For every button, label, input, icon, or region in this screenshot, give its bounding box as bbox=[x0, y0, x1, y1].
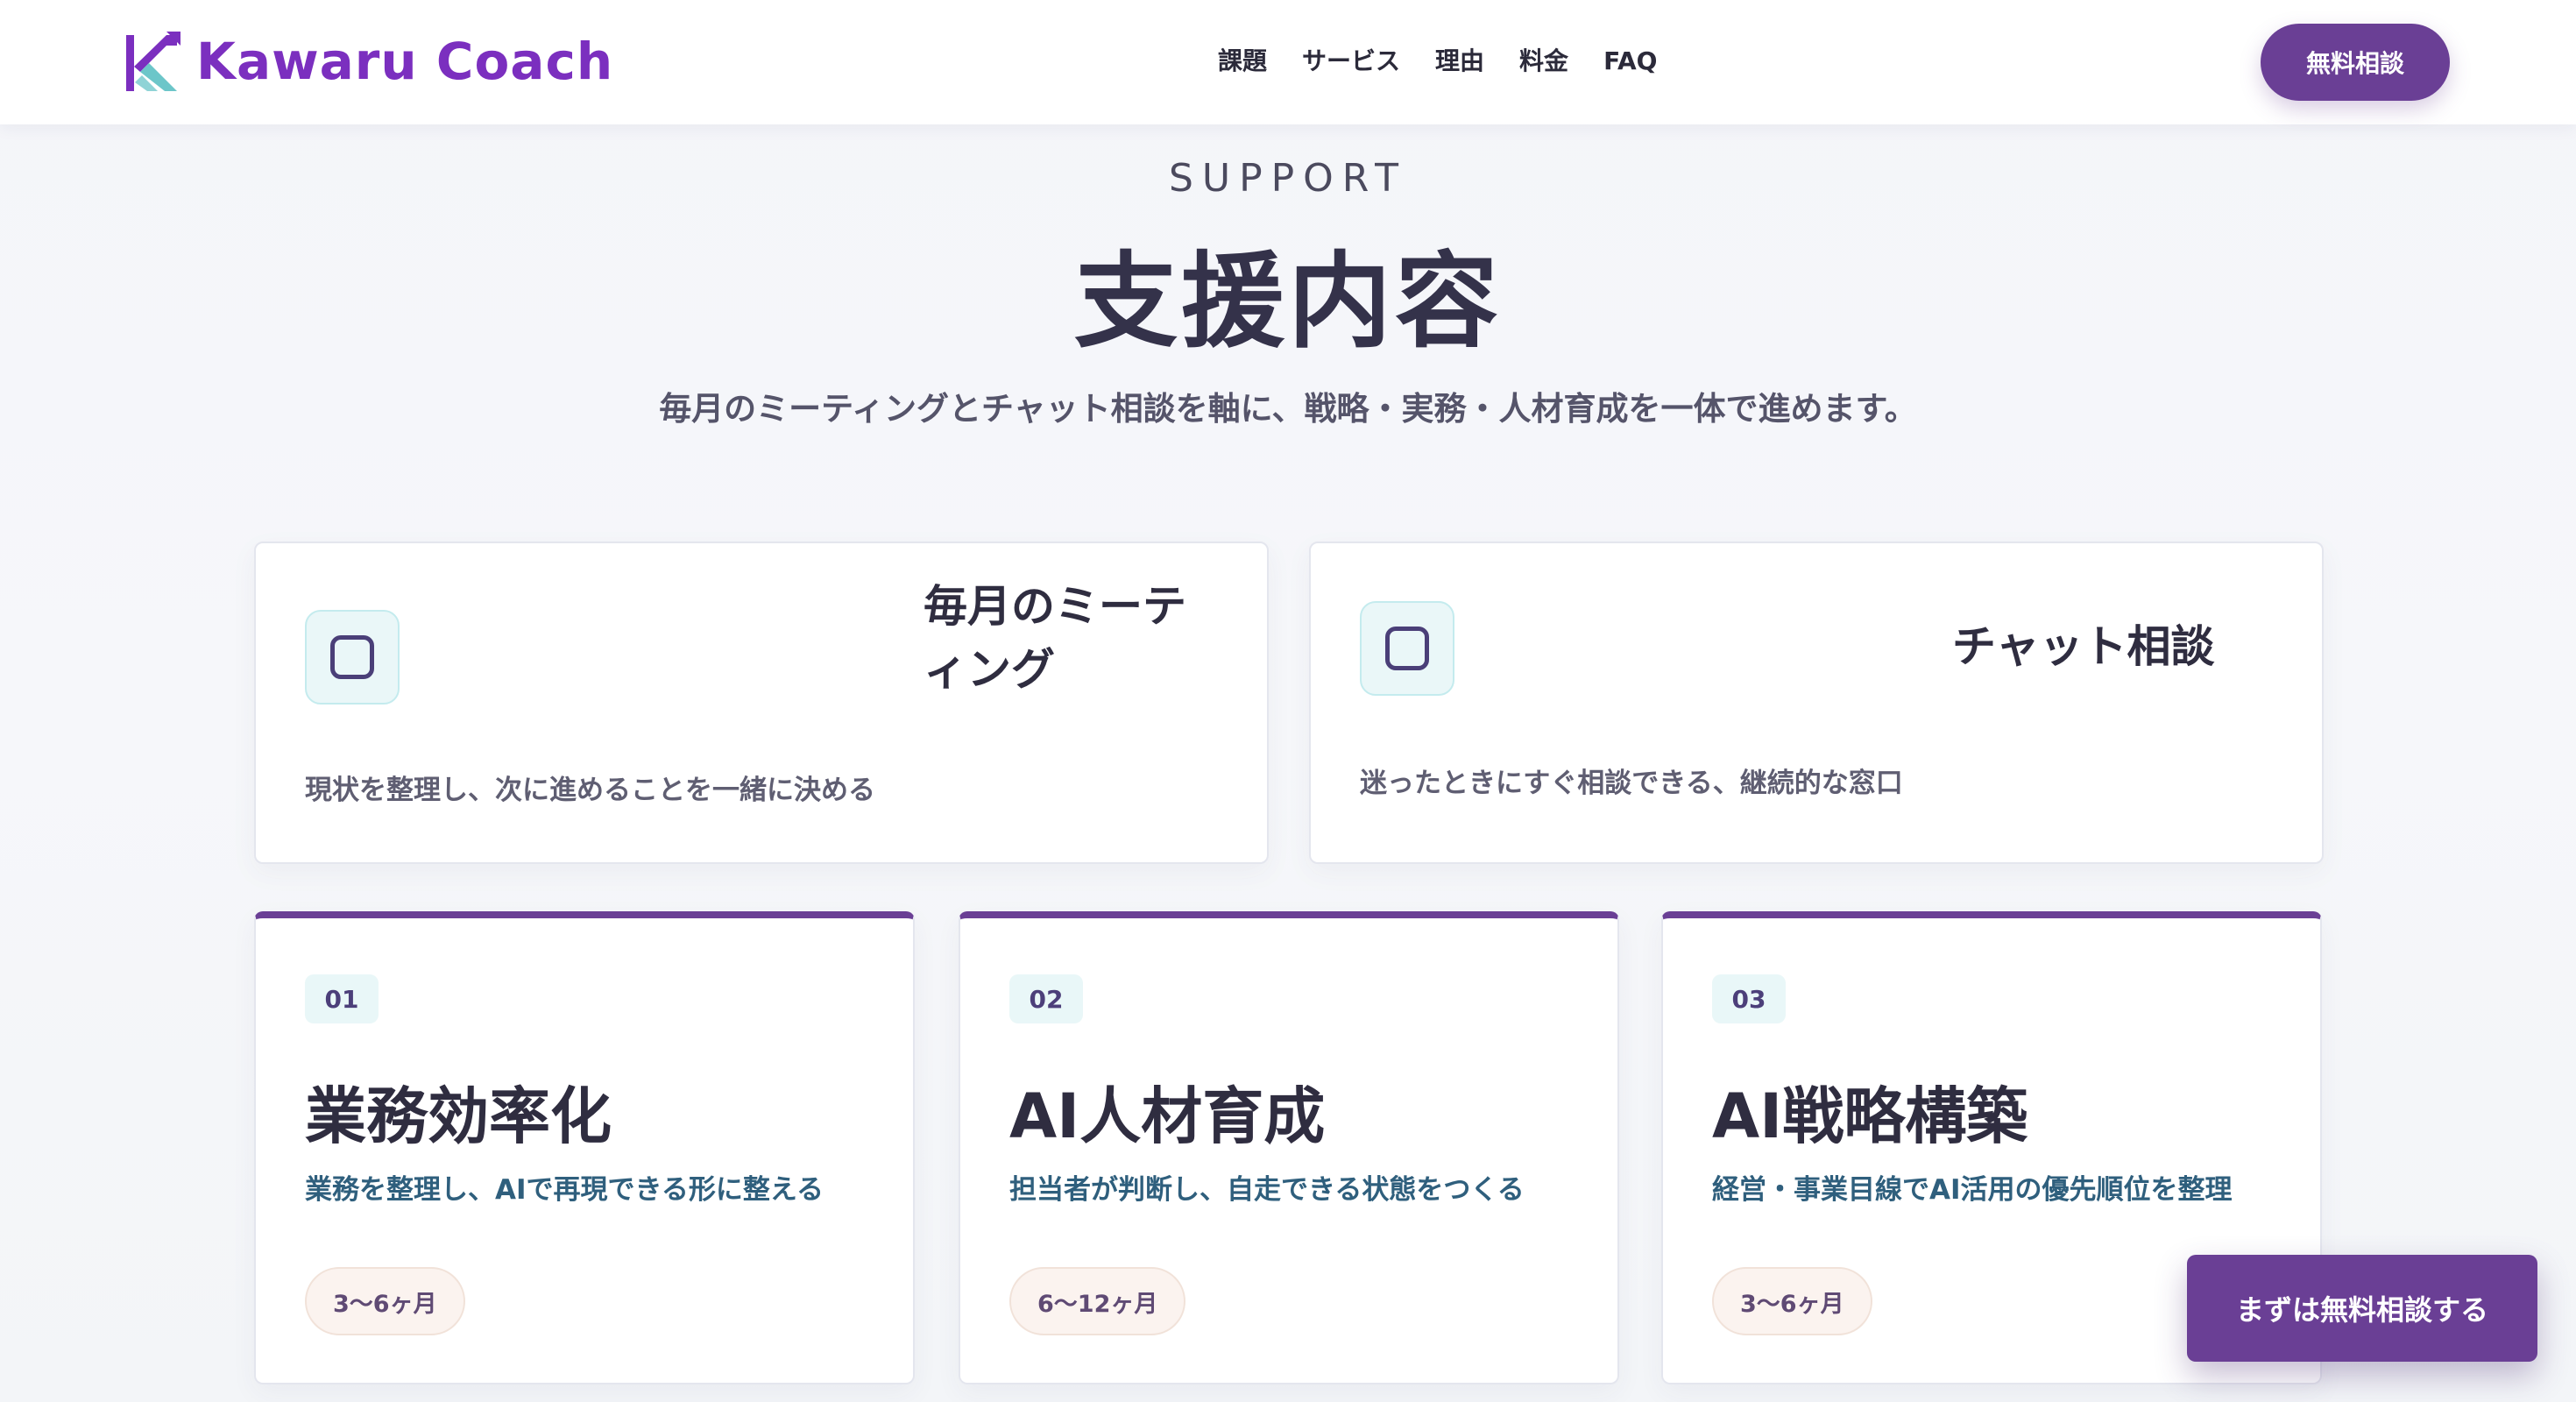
plan-desc: 担当者が判断し、自走できる状態をつくる bbox=[1009, 1174, 1525, 1206]
plan-number-badge: 03 bbox=[1712, 974, 1786, 1023]
brand-logo[interactable]: Kawaru Coach bbox=[123, 26, 613, 96]
section-title: 支援内容 bbox=[1073, 241, 1502, 362]
nav-item-faq[interactable]: FAQ bbox=[1603, 40, 1657, 82]
free-consult-button[interactable]: 無料相談 bbox=[2261, 24, 2450, 101]
plan-title: 業務効率化 bbox=[305, 1080, 612, 1152]
nav-item-issues[interactable]: 課題 bbox=[1218, 40, 1267, 82]
section-eyebrow: SUPPORT bbox=[1168, 156, 1408, 201]
support-card-chat: チャット相談 迷ったときにすぐ相談できる、継続的な窓口 bbox=[1309, 542, 2324, 864]
plan-title: AI戦略構築 bbox=[1712, 1080, 2028, 1152]
plan-card-1: 01 業務効率化 業務を整理し、AIで再現できる形に整える 3〜6ヶ月 bbox=[254, 911, 915, 1384]
kawaru-logo-icon bbox=[126, 32, 180, 91]
plan-desc: 経営・事業目線でAI活用の優先順位を整理 bbox=[1712, 1174, 2233, 1206]
plan-title: AI人材育成 bbox=[1009, 1080, 1326, 1152]
support-card-desc: 迷ったときにすぐ相談できる、継続的な窓口 bbox=[1360, 768, 1903, 799]
plan-period-badge: 3〜6ヶ月 bbox=[305, 1267, 465, 1335]
plan-period-badge: 6〜12ヶ月 bbox=[1009, 1267, 1186, 1335]
support-card-title: チャット相談 bbox=[1952, 621, 2215, 672]
plan-period-badge: 3〜6ヶ月 bbox=[1712, 1267, 1872, 1335]
nav-item-pricing[interactable]: 料金 bbox=[1519, 40, 1568, 82]
support-card-title: 毎月のミーテ ィング bbox=[924, 581, 1186, 695]
floating-consult-button[interactable]: まずは無料相談する bbox=[2187, 1255, 2537, 1362]
site-header: Kawaru Coach 課題 サービス 理由 料金 FAQ 無料相談 bbox=[0, 0, 2576, 124]
square-icon bbox=[1360, 601, 1454, 696]
brand-name: Kawaru Coach bbox=[196, 32, 614, 91]
main-nav: 課題 サービス 理由 料金 FAQ bbox=[1218, 40, 1657, 82]
plan-card-2: 02 AI人材育成 担当者が判断し、自走できる状態をつくる 6〜12ヶ月 bbox=[959, 911, 1619, 1384]
nav-item-service[interactable]: サービス bbox=[1302, 40, 1400, 82]
support-card-meeting: 毎月のミーテ ィング 現状を整理し、次に進めることを一緒に決める bbox=[254, 542, 1269, 864]
plan-number-badge: 01 bbox=[305, 974, 379, 1023]
plan-number-badge: 02 bbox=[1009, 974, 1083, 1023]
nav-item-reason[interactable]: 理由 bbox=[1435, 40, 1484, 82]
square-icon bbox=[305, 610, 400, 705]
plan-desc: 業務を整理し、AIで再現できる形に整える bbox=[305, 1174, 824, 1206]
section-lead: 毎月のミーティングとチャット相談を軸に、戦略・実務・人材育成を一体で進めます。 bbox=[659, 390, 1917, 428]
support-card-desc: 現状を整理し、次に進めることを一緒に決める bbox=[305, 775, 875, 806]
